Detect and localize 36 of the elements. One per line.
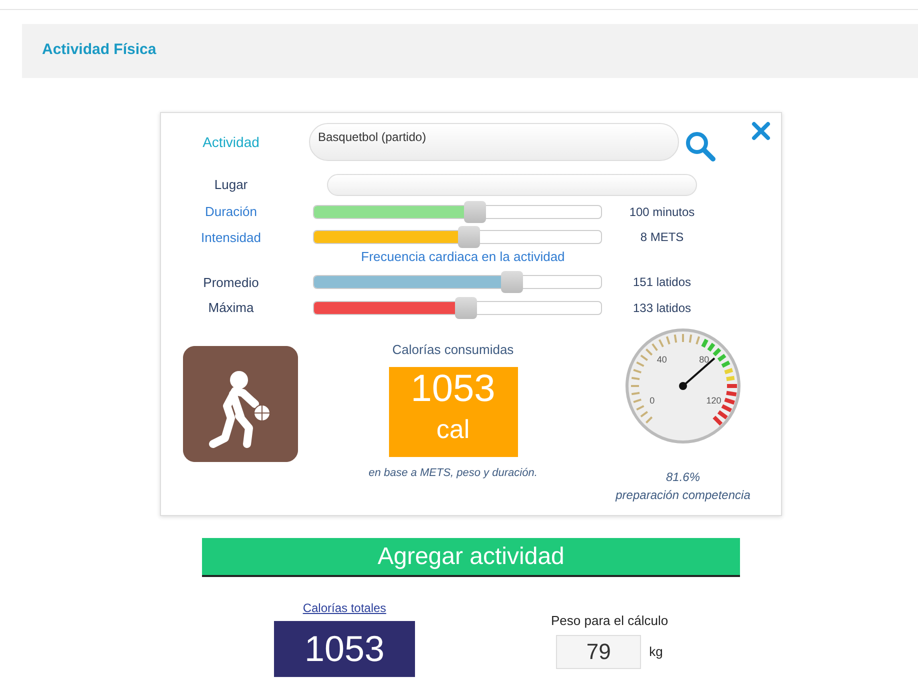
weight-field[interactable]: 79: [556, 634, 642, 668]
field-label: Actividad: [202, 132, 260, 152]
calories-title: Calorías consumidas: [392, 340, 514, 358]
slider-handle[interactable]: [501, 271, 524, 294]
slider-label: Máxima: [207, 299, 255, 317]
activity-field[interactable]: Basquetbol (partido): [309, 123, 679, 161]
page-title: Actividad Física: [42, 41, 156, 58]
field-label: Lugar: [213, 176, 249, 194]
gauge-tick-label: 80: [699, 354, 710, 364]
gauge-tick-label: 120: [706, 394, 722, 405]
slider-reading: 133 latidos: [632, 300, 692, 317]
slider-handle[interactable]: [455, 296, 478, 319]
slider-label: Promedio: [202, 274, 260, 292]
slider-handle[interactable]: [458, 226, 480, 248]
slider-reading: 8 METS: [639, 229, 685, 246]
gauge-tick-label: 40: [656, 354, 667, 364]
gauge-tick-label: 0: [650, 394, 655, 405]
gauge-caption: preparación competencia: [616, 486, 750, 504]
place-field[interactable]: [327, 174, 697, 196]
gauge-percent: 81.6%: [666, 468, 700, 486]
weight-label: Peso para el cálculo: [551, 612, 668, 630]
total-calories-label: Calorías totales: [302, 600, 386, 617]
slider-handle[interactable]: [464, 200, 486, 223]
section-heading: Frecuencia cardiaca en la actividad: [361, 248, 566, 266]
calories-note: en base a METS, peso y duración.: [368, 466, 538, 481]
calories-value: 1053: [410, 367, 496, 411]
close-icon[interactable]: [751, 121, 771, 141]
slider-label: Intensidad: [200, 228, 262, 246]
slider-reading: 151 latidos: [632, 274, 692, 292]
slider-label: Duración: [204, 203, 258, 221]
weight-unit: kg: [649, 642, 663, 661]
search-icon[interactable]: [684, 130, 716, 162]
total-calories-value: 1053: [274, 621, 415, 677]
slider-reading: 100 minutos: [628, 204, 696, 221]
calories-unit: cal: [435, 413, 471, 446]
basketball-player-icon: [183, 346, 298, 462]
